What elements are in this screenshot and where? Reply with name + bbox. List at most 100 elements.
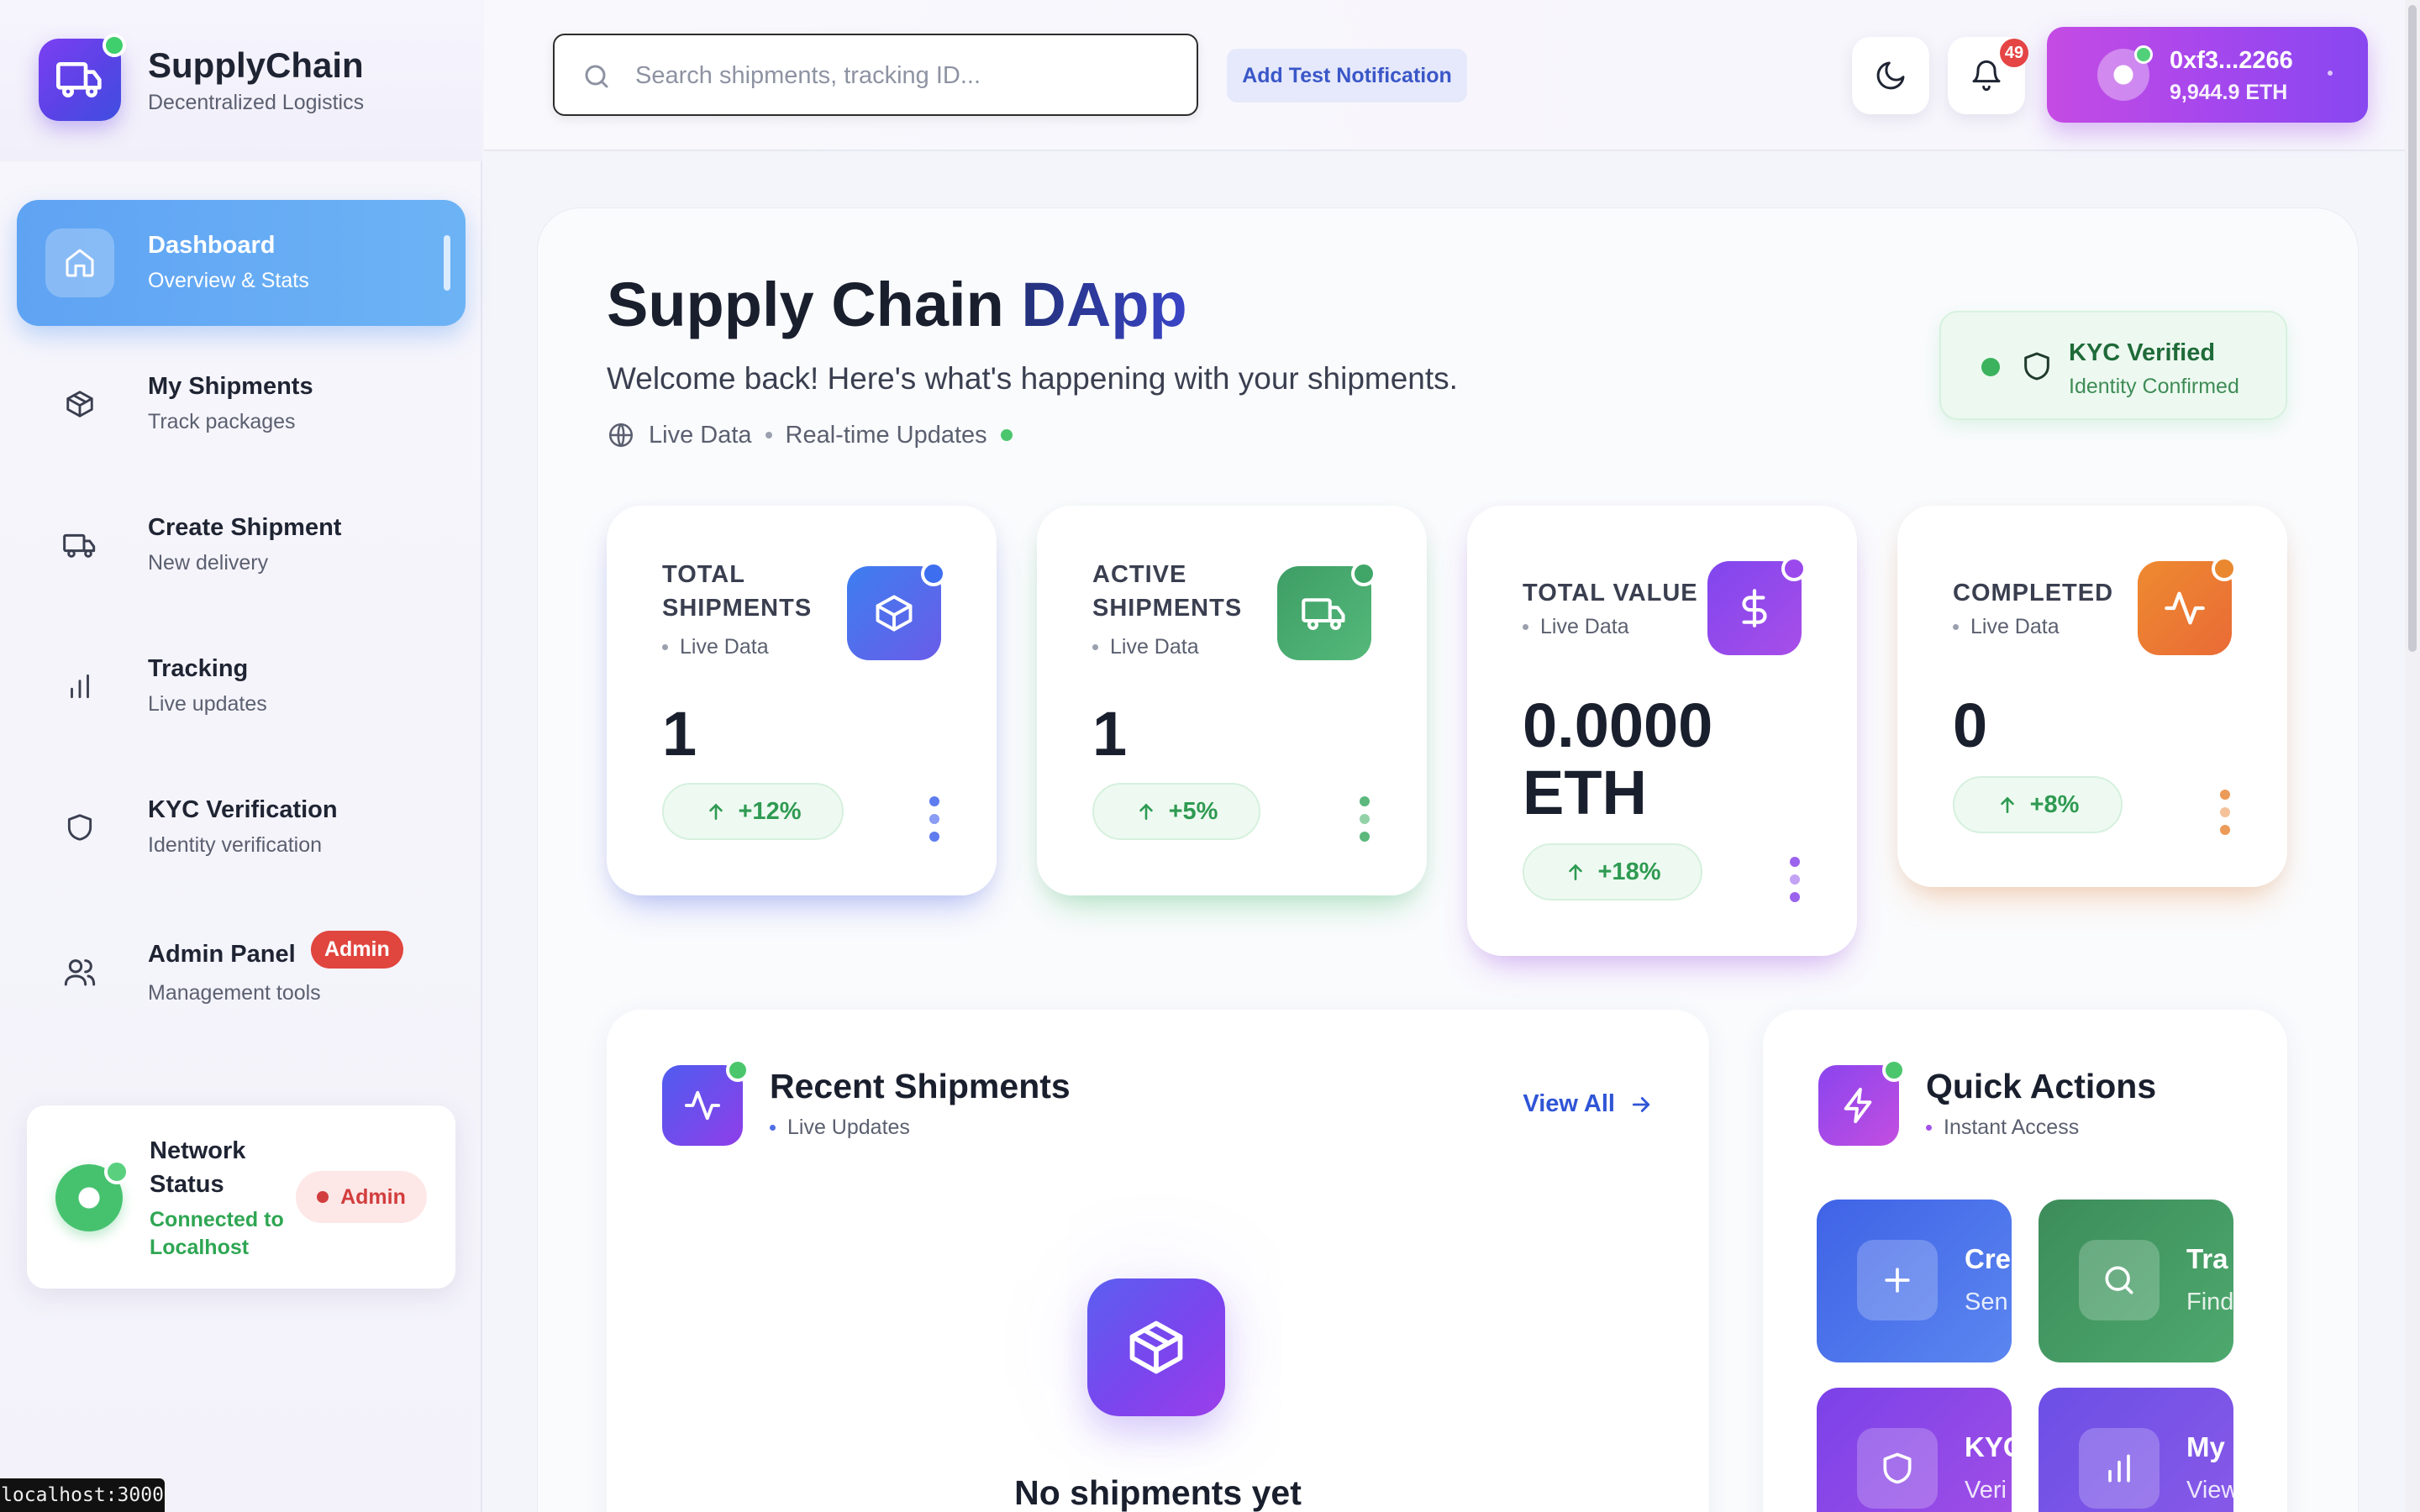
- stat-value: 0.0000 ETH: [1523, 690, 1713, 827]
- stat-live: Live Data: [662, 635, 769, 659]
- wallet-menu-indicator: [2328, 71, 2333, 76]
- verified-dot: [1981, 358, 2000, 376]
- notification-count-badge: 49: [2000, 39, 2028, 67]
- stat-live-label: Live Data: [1110, 635, 1199, 659]
- section-subtitle: Instant Access: [1926, 1116, 2079, 1140]
- stat-change-value: +5%: [1168, 797, 1218, 825]
- sidebar-item-admin-panel[interactable]: Admin Panel Admin Management tools: [17, 909, 466, 1035]
- bullet-dot: [1953, 624, 1959, 630]
- quick-action-title: Tra: [2186, 1243, 2228, 1274]
- stat-value: 0: [1953, 690, 1988, 760]
- quick-action-track[interactable]: Tra Find: [2039, 1200, 2233, 1362]
- status-dot: [1351, 561, 1376, 586]
- live-status-row: Live Data Real-time Updates: [607, 418, 1013, 452]
- stat-value: 1: [662, 699, 697, 769]
- sidebar-item-create-shipment[interactable]: Create Shipment New delivery: [17, 482, 466, 608]
- sidebar-item-label: My Shipments: [148, 373, 313, 400]
- page-scrollbar[interactable]: [2405, 0, 2420, 1512]
- quick-action-title: My: [2186, 1431, 2225, 1462]
- brand-logo[interactable]: [39, 34, 126, 121]
- truck-icon: [45, 511, 114, 580]
- more-options-icon[interactable]: [2220, 790, 2232, 835]
- view-all-link[interactable]: View All: [1523, 1090, 1654, 1118]
- sidebar-item-kyc-verification[interactable]: KYC Verification Identity verification: [17, 764, 466, 890]
- more-options-icon[interactable]: [929, 796, 941, 842]
- brand-subtitle: Decentralized Logistics: [148, 91, 365, 114]
- shield-icon: [2024, 352, 2049, 381]
- users-icon: [45, 937, 114, 1006]
- kyc-subtitle: Identity Confirmed: [2069, 375, 2239, 398]
- stat-live: Live Data: [1953, 615, 2060, 639]
- live-data-label: Live Data: [649, 421, 752, 449]
- stat-card-completed[interactable]: COMPLETED Live Data 0 +8%: [1897, 506, 2287, 887]
- quick-action-title: Cre: [1965, 1243, 2012, 1274]
- section-subtitle-label: Live Updates: [787, 1116, 910, 1139]
- arrow-up-icon: [1139, 803, 1153, 820]
- stat-card-active-shipments[interactable]: ACTIVE SHIPMENTS Live Data 1 +5%: [1037, 506, 1427, 895]
- sidebar-item-sub: Track packages: [148, 410, 296, 433]
- search-icon: [2079, 1240, 2160, 1320]
- scrollbar-thumb[interactable]: [2408, 5, 2417, 652]
- quick-action-sub: Veri: [1965, 1477, 2007, 1504]
- sidebar-item-label: Admin Panel: [148, 941, 296, 968]
- quick-action-title: KYC: [1965, 1431, 2012, 1462]
- shield-icon: [45, 793, 114, 862]
- activity-icon: [2138, 556, 2237, 655]
- more-options-icon[interactable]: [1360, 796, 1371, 842]
- stat-label: TOTAL VALUE: [1523, 580, 1698, 606]
- add-test-notification-button[interactable]: Add Test Notification: [1227, 49, 1467, 102]
- package-icon: [45, 370, 114, 438]
- online-indicator: [103, 34, 126, 57]
- stat-change-badge: +8%: [1953, 776, 2123, 833]
- stat-change-badge: +18%: [1523, 843, 1702, 900]
- page-title-main: Supply Chain: [607, 270, 1004, 339]
- view-all-label: View All: [1523, 1090, 1615, 1117]
- more-options-icon[interactable]: [1790, 857, 1802, 902]
- truck-icon: [1277, 561, 1376, 660]
- sidebar-item-sub: Identity verification: [148, 833, 323, 857]
- wallet-icon: [2097, 45, 2153, 101]
- quick-action-create[interactable]: Cre Sen: [1817, 1200, 2012, 1362]
- package-icon: [847, 561, 946, 660]
- stat-label: TOTAL SHIPMENTS: [662, 561, 813, 622]
- globe-icon: [608, 423, 634, 448]
- sidebar-item-tracking[interactable]: Tracking Live updates: [17, 623, 466, 749]
- status-dot: [1781, 556, 1807, 581]
- search-input[interactable]: [635, 52, 1173, 99]
- bullet-dot: [1523, 624, 1528, 630]
- sidebar-item-my-shipments[interactable]: My Shipments Track packages: [17, 341, 466, 467]
- moon-icon: [1876, 61, 1905, 90]
- quick-action-sub: Find: [2186, 1289, 2233, 1315]
- badge-label: Admin: [340, 1184, 406, 1209]
- sidebar-item-dashboard[interactable]: Dashboard Overview & Stats: [17, 200, 466, 326]
- kyc-title: KYC Verified: [2069, 339, 2216, 366]
- stat-live-label: Live Data: [1970, 615, 2060, 638]
- status-dot: [317, 1191, 329, 1203]
- online-indicator: [104, 1159, 129, 1184]
- network-title: Network Status: [150, 1137, 246, 1198]
- network-status-card: Network Status Connected to Localhost Ad…: [27, 1105, 455, 1289]
- kyc-verified-card: KYC Verified Identity Confirmed: [1939, 311, 2287, 420]
- quick-actions-grid: Cre Sen Tra Find KYC Veri My View: [1817, 1193, 2235, 1512]
- online-indicator: [726, 1058, 750, 1082]
- search-box[interactable]: [553, 34, 1198, 116]
- stat-value: 1: [1092, 699, 1128, 769]
- stat-label: ACTIVE SHIPMENTS: [1092, 561, 1243, 622]
- sidebar-item-label: Tracking: [148, 655, 249, 682]
- quick-action-my[interactable]: My View: [2039, 1388, 2233, 1512]
- stat-card-total-value[interactable]: TOTAL VALUE Live Data 0.0000 ETH +18%: [1467, 506, 1857, 956]
- section-title: Quick Actions: [1926, 1067, 2157, 1105]
- arrow-up-icon: [708, 803, 723, 820]
- notifications-button[interactable]: 49: [1948, 37, 2028, 114]
- quick-action-kyc[interactable]: KYC Veri: [1817, 1388, 2012, 1512]
- section-subtitle: Live Updates: [770, 1116, 910, 1140]
- theme-toggle-button[interactable]: [1852, 37, 1929, 114]
- section-subtitle-label: Instant Access: [1944, 1116, 2080, 1139]
- wallet-button[interactable]: 0xf3...2266 9,944.9 ETH: [2047, 27, 2368, 123]
- dollar-icon: [1707, 556, 1807, 655]
- bell-icon: [1972, 60, 2001, 92]
- wallet-balance: 9,944.9 ETH: [2170, 81, 2288, 104]
- stat-card-total-shipments[interactable]: TOTAL SHIPMENTS Live Data 1 +12%: [607, 506, 997, 895]
- bullet-dot: [662, 644, 668, 650]
- brand-title: SupplyChain: [148, 45, 364, 85]
